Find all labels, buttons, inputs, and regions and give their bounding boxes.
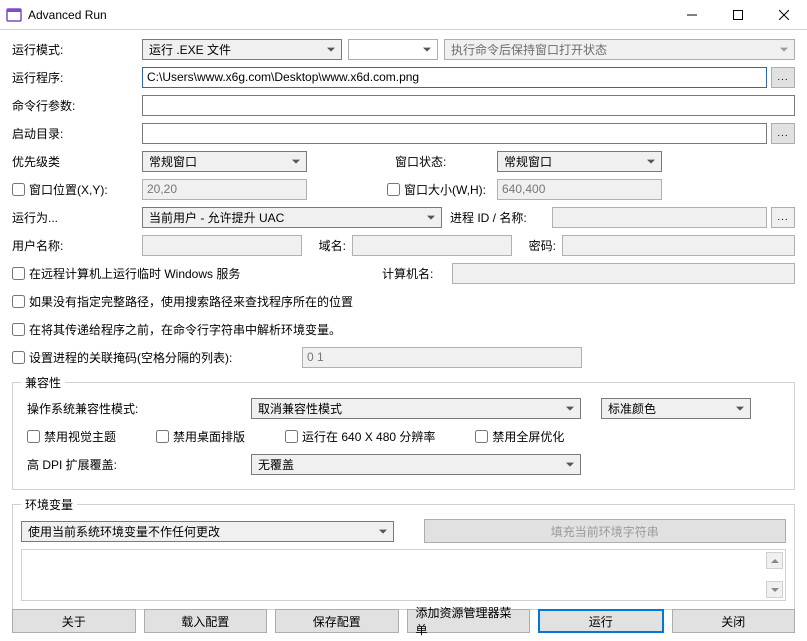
- run-mode-label: 运行模式:: [12, 41, 142, 58]
- run-mode-sub-select[interactable]: [348, 39, 438, 60]
- run-mode-select[interactable]: 运行 .EXE 文件: [142, 39, 342, 60]
- domain-input: [352, 235, 512, 256]
- run-as-label: 运行为...: [12, 209, 142, 226]
- load-config-button[interactable]: 载入配置: [144, 609, 268, 633]
- window-size-checkbox[interactable]: 窗口大小(W,H):: [387, 181, 497, 198]
- window-pos-input: [142, 179, 307, 200]
- compat-mode-label: 操作系统兼容性模式:: [21, 400, 251, 417]
- compat-fieldset: 兼容性 操作系统兼容性模式: 取消兼容性模式 标准颜色 禁用视觉主题 禁用桌面排…: [12, 374, 795, 490]
- username-label: 用户名称:: [12, 237, 142, 254]
- cmd-args-label: 命令行参数:: [12, 97, 142, 114]
- close-app-button[interactable]: 关闭: [672, 609, 796, 633]
- app-icon: [6, 7, 22, 23]
- password-label: 密码:: [512, 237, 562, 254]
- browse-program-button[interactable]: ...: [771, 67, 795, 88]
- program-path-input[interactable]: [142, 67, 767, 88]
- parse-env-checkbox[interactable]: 在将其传递给程序之前，在命令行字符串中解析环境变量。: [12, 321, 341, 338]
- priority-label: 优先级类: [12, 153, 142, 170]
- domain-label: 域名:: [302, 237, 352, 254]
- window-state-select[interactable]: 常规窗口: [497, 151, 662, 172]
- env-legend: 环境变量: [21, 496, 77, 513]
- browse-dir-button[interactable]: ...: [771, 123, 795, 144]
- compat-mode-select[interactable]: 取消兼容性模式: [251, 398, 581, 419]
- password-input: [562, 235, 795, 256]
- about-button[interactable]: 关于: [12, 609, 136, 633]
- high-dpi-select[interactable]: 无覆盖: [251, 454, 581, 475]
- computer-name-label: 计算机名:: [382, 265, 452, 282]
- fill-env-button: 填充当前环境字符串: [424, 519, 787, 543]
- bottom-bar: 关于 载入配置 保存配置 添加资源管理器菜单 运行 关闭: [12, 609, 795, 633]
- priority-select[interactable]: 常规窗口: [142, 151, 307, 172]
- titlebar: Advanced Run: [0, 0, 807, 30]
- window-size-input: [497, 179, 662, 200]
- window-title: Advanced Run: [28, 8, 669, 22]
- minimize-button[interactable]: [669, 0, 715, 29]
- run-program-label: 运行程序:: [12, 69, 142, 86]
- save-config-button[interactable]: 保存配置: [275, 609, 399, 633]
- search-path-checkbox[interactable]: 如果没有指定完整路径，使用搜索路径来查找程序所在的位置: [12, 293, 353, 310]
- color-mode-select[interactable]: 标准颜色: [601, 398, 751, 419]
- process-id-label: 进程 ID / 名称:: [442, 209, 552, 226]
- disable-fullscreen-checkbox[interactable]: 禁用全屏优化: [475, 428, 564, 445]
- post-action-select[interactable]: 执行命令后保持窗口打开状态: [444, 39, 795, 60]
- window-pos-checkbox[interactable]: 窗口位置(X,Y):: [12, 181, 142, 198]
- high-dpi-label: 高 DPI 扩展覆盖:: [21, 456, 251, 473]
- close-button[interactable]: [761, 0, 807, 29]
- window-state-label: 窗口状态:: [387, 153, 497, 170]
- start-dir-label: 启动目录:: [12, 125, 142, 142]
- env-textarea[interactable]: [21, 549, 786, 601]
- disable-visual-checkbox[interactable]: 禁用视觉主题: [27, 428, 116, 445]
- env-mode-select[interactable]: 使用当前系统环境变量不作任何更改: [21, 521, 394, 542]
- username-input: [142, 235, 302, 256]
- env-fieldset: 环境变量 使用当前系统环境变量不作任何更改 填充当前环境字符串: [12, 496, 795, 610]
- add-explorer-menu-button[interactable]: 添加资源管理器菜单: [407, 609, 531, 633]
- disable-desktop-checkbox[interactable]: 禁用桌面排版: [156, 428, 245, 445]
- run-button[interactable]: 运行: [538, 609, 664, 633]
- browse-process-button[interactable]: ...: [771, 207, 795, 228]
- process-id-input: [552, 207, 767, 228]
- run-640-checkbox[interactable]: 运行在 640 X 480 分辨率: [285, 428, 435, 445]
- cmd-args-input[interactable]: [142, 95, 795, 116]
- maximize-button[interactable]: [715, 0, 761, 29]
- scroll-up-icon[interactable]: [766, 552, 783, 569]
- computer-name-input: [452, 263, 795, 284]
- affinity-checkbox[interactable]: 设置进程的关联掩码(空格分隔的列表):: [12, 349, 302, 366]
- remote-service-checkbox[interactable]: 在远程计算机上运行临时 Windows 服务: [12, 265, 382, 282]
- start-dir-input[interactable]: [142, 123, 767, 144]
- run-as-select[interactable]: 当前用户 - 允许提升 UAC: [142, 207, 442, 228]
- affinity-input: [302, 347, 582, 368]
- scroll-down-icon[interactable]: [766, 581, 783, 598]
- compat-legend: 兼容性: [21, 374, 65, 391]
